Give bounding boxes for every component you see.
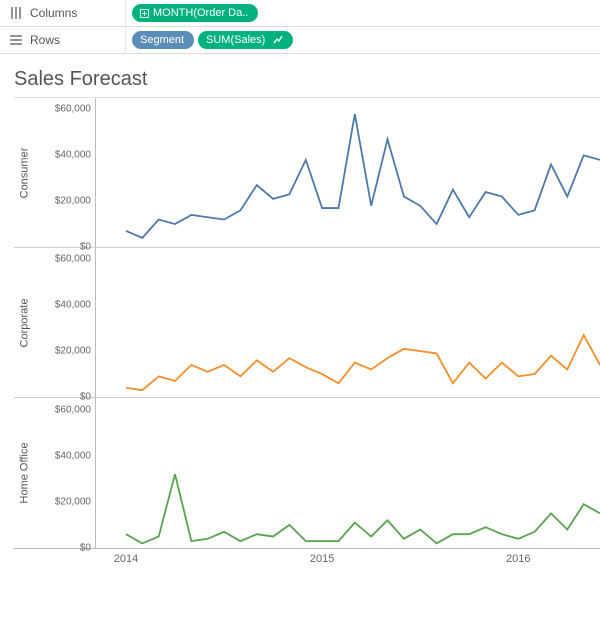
x-axis: 2014 2015 2016 [14,548,600,574]
y-tick: $40,000 [55,150,91,161]
y-tick: $60,000 [55,404,91,415]
columns-label-text: Columns [30,6,77,20]
rows-label-text: Rows [30,33,60,47]
pill-label: Segment [140,34,184,46]
forecast-icon [273,34,283,46]
facet-label-text: Home Office [19,443,31,504]
x-tick: 2014 [114,553,138,565]
rows-icon [8,32,24,48]
pill-month-order-date[interactable]: MONTH(Order Da.. [132,4,258,22]
series-line[interactable] [126,474,600,543]
series-line[interactable] [126,114,600,238]
y-axis: $0$20,000$40,000$60,000 [36,398,96,548]
facet-label[interactable]: Corporate [14,248,36,397]
y-tick: $40,000 [55,450,91,461]
plot-area[interactable] [96,248,600,397]
series-line[interactable] [126,335,600,390]
plus-icon [140,9,149,18]
plot-area[interactable] [96,98,600,247]
columns-shelf: Columns MONTH(Order Da.. [0,0,600,27]
facet-home-office: Home Office$0$20,000$40,000$60,000 [14,398,600,548]
facet-label-text: Consumer [19,147,31,198]
y-tick: $20,000 [55,496,91,507]
facet-corporate: Corporate$0$20,000$40,000$60,000 [14,248,600,398]
pill-segment[interactable]: Segment [132,31,194,49]
y-axis: $0$20,000$40,000$60,000 [36,248,96,397]
facet-label[interactable]: Consumer [14,98,36,247]
chart-title[interactable]: Sales Forecast [14,68,600,91]
facet-consumer: Consumer$0$20,000$40,000$60,000 [14,98,600,248]
facets-container: Consumer$0$20,000$40,000$60,000Corporate… [14,97,600,548]
columns-shelf-label: Columns [2,0,126,26]
y-tick: $40,000 [55,300,91,311]
y-tick: $20,000 [55,196,91,207]
facet-label[interactable]: Home Office [14,398,36,548]
rows-pills: Segment SUM(Sales) [126,31,293,49]
facet-label-text: Corporate [19,298,31,347]
pill-sum-sales[interactable]: SUM(Sales) [198,31,293,49]
y-tick: $0 [80,543,91,554]
title-area: Sales Forecast [0,54,600,97]
plot-area[interactable] [96,398,600,548]
rows-shelf: Rows Segment SUM(Sales) [0,27,600,54]
columns-icon [8,5,24,21]
columns-pills: MONTH(Order Da.. [126,4,258,22]
rows-shelf-label: Rows [2,27,126,53]
y-axis: $0$20,000$40,000$60,000 [36,98,96,247]
pill-label: SUM(Sales) [206,34,265,46]
x-axis-ticks: 2014 2015 2016 [96,549,600,574]
x-tick: 2016 [506,553,530,565]
pill-label: MONTH(Order Da.. [153,7,248,19]
y-tick: $60,000 [55,104,91,115]
chart-area: Consumer $0 $20,000 $40,000 $60,000 Corporate… [0,97,600,574]
y-tick: $60,000 [55,254,91,265]
x-tick: 2015 [310,553,334,565]
y-tick: $20,000 [55,346,91,357]
